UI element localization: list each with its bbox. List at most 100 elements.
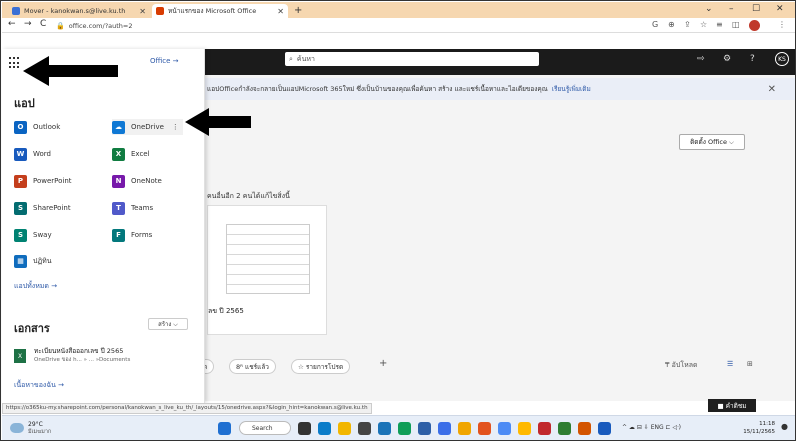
close-window-button[interactable]: ✕ (776, 4, 784, 14)
app-taskbar-icon[interactable] (338, 422, 351, 435)
close-tab-icon[interactable]: ✕ (139, 7, 146, 16)
document-list-item[interactable]: X ทะเบียนหนังสือออกเลข ปี 2565 OneDrive … (14, 345, 194, 369)
browser-profile-avatar[interactable] (749, 20, 760, 31)
forms-icon: F (112, 228, 125, 242)
app-taskbar-icon[interactable] (438, 422, 451, 435)
search-placeholder: ค้นหา (296, 54, 315, 63)
app-excel[interactable]: X Excel (112, 146, 150, 162)
app-powerpoint[interactable]: P PowerPoint (14, 173, 72, 189)
reload-button[interactable]: C (40, 19, 46, 29)
upload-button[interactable]: ₸ อัปโหลด (665, 360, 698, 371)
status-url-preview: https://o365ku-my.sharepoint.com/persona… (2, 403, 372, 414)
apps-section-title: แอป (14, 97, 35, 110)
url-text: office.com/?auth=2 (68, 21, 133, 30)
settings-gear-icon[interactable]: ⚙ (723, 54, 731, 64)
app-teams[interactable]: T Teams (112, 200, 153, 216)
account-avatar[interactable]: KS (775, 52, 789, 66)
google-icon[interactable]: G (652, 20, 658, 29)
chrome-icon[interactable] (398, 422, 411, 435)
app-outlook[interactable]: O Outlook (14, 119, 60, 135)
app-label: ปฏิทิน (33, 256, 52, 265)
weather-widget[interactable]: 29°C มีเมฆมาก (10, 421, 70, 437)
clock-time: 11:18 (759, 421, 775, 427)
clock[interactable]: 11:18 15/11/2565 (735, 420, 775, 436)
bookmark-star-icon[interactable]: ☆ (700, 20, 707, 29)
app-label: OneDrive (131, 123, 164, 131)
browser-menu-icon[interactable]: ⋮ (778, 20, 786, 29)
install-office-button[interactable]: ติดตั้ง Office ⌵ (679, 134, 745, 150)
close-banner-button[interactable]: ✕ (768, 84, 776, 95)
browser-tab-mover[interactable]: Mover - kanokwan.s@live.ku.th ✕ (8, 4, 150, 18)
share-page-icon[interactable]: ⇪ (684, 20, 691, 29)
app-taskbar-icon[interactable] (378, 422, 391, 435)
recent-file-card[interactable]: ลข ปี 2565 (207, 205, 327, 335)
my-content-link[interactable]: เนื้อหาของฉัน → (14, 380, 64, 391)
office-home-link[interactable]: Office → (150, 57, 179, 65)
filter-shared-pill[interactable]: 8ᴿ แชร์แล้ว (229, 359, 276, 374)
filter-favorites-pill[interactable]: ☆ รายการโปรด (291, 359, 351, 374)
create-dropdown-button[interactable]: สร้าง ⌵ (148, 318, 188, 330)
outlook-icon: O (14, 120, 27, 134)
app-taskbar-icon[interactable] (498, 422, 511, 435)
chat-icon[interactable] (318, 422, 331, 435)
maximize-button[interactable]: ☐ (752, 4, 760, 14)
more-options-icon[interactable]: ⋮ (172, 123, 179, 131)
tab-search-icon[interactable]: ⌄ (705, 4, 713, 14)
banner-text: แอปOfficeกำลังจะกลายเป็นแอปMicrosoft 365… (207, 85, 548, 93)
close-tab-icon[interactable]: ✕ (277, 7, 284, 16)
app-taskbar-icon[interactable] (418, 422, 431, 435)
word-taskbar-icon[interactable] (598, 422, 611, 435)
pointer-arrow-waffle (23, 56, 118, 86)
add-filter-button[interactable]: + (379, 358, 387, 369)
onedrive-icon: ☁ (112, 120, 125, 134)
feedback-button[interactable]: ■ คำติชม (708, 399, 756, 412)
app-taskbar-icon[interactable] (538, 422, 551, 435)
app-launcher-waffle-icon[interactable] (9, 57, 21, 69)
minimize-button[interactable]: – (729, 4, 734, 14)
app-sharepoint[interactable]: S SharePoint (14, 200, 71, 216)
app-label: Forms (131, 231, 153, 239)
forward-button[interactable]: → (24, 19, 32, 29)
start-windows-icon[interactable] (218, 422, 231, 435)
document-name: ทะเบียนหนังสือออกเลข ปี 2565 (34, 347, 124, 355)
app-taskbar-icon[interactable] (578, 422, 591, 435)
app-onedrive[interactable]: ☁ OneDrive ⋮ (112, 119, 183, 135)
side-panel-icon[interactable]: ◫ (732, 20, 740, 29)
reading-list-icon[interactable]: ≡ (716, 20, 723, 29)
task-view-icon[interactable] (298, 422, 311, 435)
app-sway[interactable]: S Sway (14, 227, 52, 243)
app-taskbar-icon[interactable] (458, 422, 471, 435)
app-taskbar-icon[interactable] (518, 422, 531, 435)
app-label: PowerPoint (33, 177, 72, 185)
browser-tab-office[interactable]: หน้าแรกของ Microsoft Office ✕ (152, 4, 288, 18)
sway-icon: S (14, 228, 27, 242)
notification-icon[interactable]: ● (781, 422, 788, 431)
app-onenote[interactable]: N OneNote (112, 173, 162, 189)
back-button[interactable]: ← (8, 19, 16, 29)
windows-taskbar: 29°C มีเมฆมาก Search ^ ☁ ⊟ ⇩ ENG ⊏ ◁ᐧ) 1… (2, 415, 795, 440)
grid-view-icon[interactable]: ⊞ (747, 360, 753, 368)
list-view-icon[interactable]: ☰ (727, 360, 733, 368)
search-input[interactable]: ⌕ ค้นหา (285, 52, 539, 66)
url-field[interactable]: 🔒 office.com/?auth=2 (56, 20, 616, 31)
taskbar-search[interactable]: Search (239, 421, 291, 435)
app-taskbar-icon[interactable] (358, 422, 371, 435)
file-thumbnail (226, 224, 310, 294)
browser-tab-strip: Mover - kanokwan.s@live.ku.th ✕ หน้าแรกข… (2, 2, 795, 18)
app-forms[interactable]: F Forms (112, 227, 152, 243)
share-icon[interactable]: ⇨ (697, 54, 705, 64)
learn-more-link[interactable]: เรียนรู้เพิ่มเติม (552, 84, 591, 94)
app-taskbar-icon[interactable] (558, 422, 571, 435)
firefox-icon[interactable] (478, 422, 491, 435)
help-icon[interactable]: ? (750, 54, 755, 64)
new-tab-button[interactable]: + (294, 5, 302, 16)
app-word[interactable]: W Word (14, 146, 51, 162)
search-icon: ⌕ (289, 54, 293, 63)
system-tray[interactable]: ^ ☁ ⊟ ⇩ ENG ⊏ ◁ᐧ) (622, 424, 681, 431)
app-label: Teams (131, 204, 154, 212)
app-calendar[interactable]: ▦ ปฏิทิน (14, 253, 52, 269)
app-label: Word (33, 150, 51, 158)
all-apps-link[interactable]: แอปทั้งหมด → (14, 281, 57, 292)
taskbar-search-label: Search (252, 424, 273, 432)
install-icon[interactable]: ⊕ (668, 20, 675, 29)
